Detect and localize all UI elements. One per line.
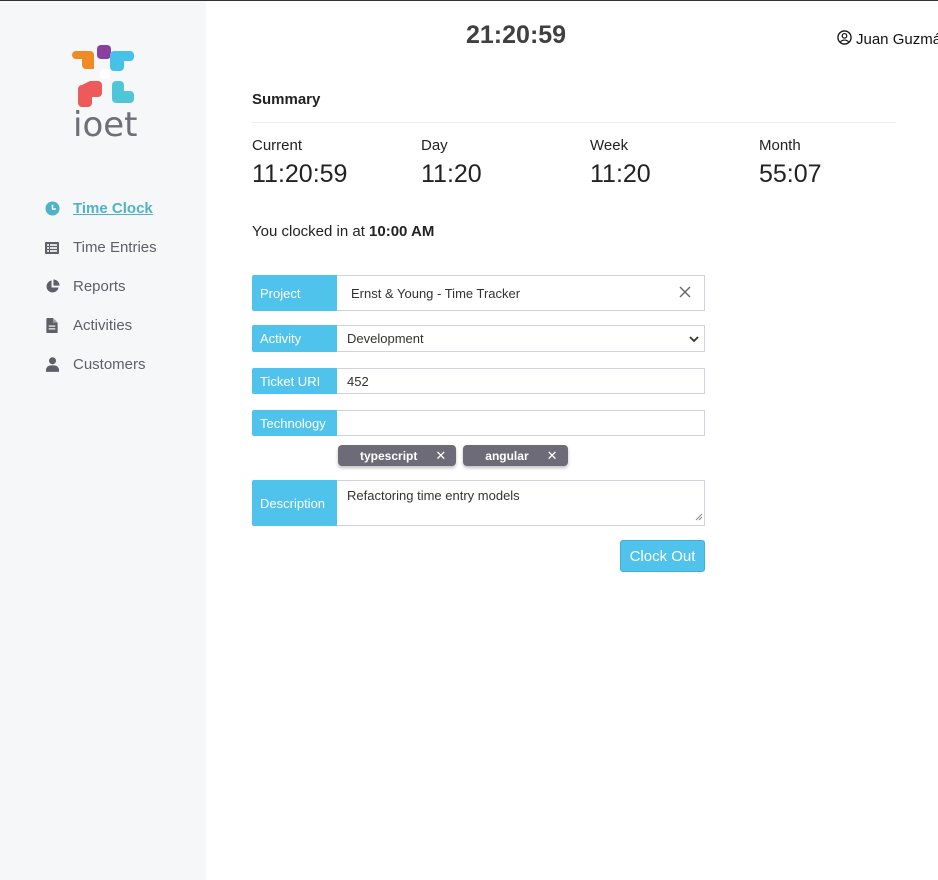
stat-label: Week bbox=[590, 137, 629, 154]
stat-label: Current bbox=[252, 137, 303, 154]
header-clock: 21:20:59 bbox=[466, 21, 567, 49]
clocked-in-prefix: You clocked in at bbox=[252, 223, 365, 240]
activity-row: Activity Development bbox=[252, 325, 705, 352]
technology-label: Technology bbox=[252, 410, 337, 436]
stat-label: Month bbox=[759, 137, 801, 154]
sidebar-item-label: Activities bbox=[73, 317, 133, 334]
summary-title: Summary bbox=[252, 91, 321, 108]
logo-text: ioet bbox=[73, 105, 138, 145]
project-row: Project Ernst & Young - Time Tracker bbox=[252, 275, 705, 311]
user-menu[interactable]: Juan Guzmán bbox=[837, 30, 938, 49]
stat-value: 55:07 bbox=[759, 160, 822, 188]
ticket-row: Ticket URI 452 bbox=[252, 368, 705, 394]
sidebar-item-label: Time Clock bbox=[73, 200, 153, 217]
summary-divider bbox=[252, 122, 896, 123]
stat-value: 11:20 bbox=[421, 160, 482, 188]
technology-row: Technology bbox=[252, 410, 705, 436]
sidebar-item-time-clock[interactable]: Time Clock bbox=[40, 189, 157, 228]
clock-icon bbox=[40, 197, 64, 221]
file-icon bbox=[40, 314, 64, 338]
sidebar-item-time-entries[interactable]: Time Entries bbox=[40, 228, 157, 267]
remove-chip-icon[interactable]: ✕ bbox=[435, 448, 446, 464]
stat-day: Day 11:20 bbox=[421, 137, 590, 189]
sidebar-item-label: Customers bbox=[73, 356, 146, 373]
clocked-in-time: 10:00 AM bbox=[369, 223, 435, 240]
pie-chart-icon bbox=[40, 275, 64, 299]
sidebar-item-label: Time Entries bbox=[73, 239, 157, 256]
project-input[interactable]: Ernst & Young - Time Tracker bbox=[337, 275, 705, 311]
stat-value: 11:20:59 bbox=[252, 160, 348, 188]
technology-chips: typescript ✕ angular ✕ bbox=[338, 445, 575, 466]
activity-select[interactable]: Development bbox=[337, 325, 705, 352]
stat-current: Current 11:20:59 bbox=[252, 137, 421, 189]
chevron-down-icon bbox=[688, 333, 700, 348]
user-circle-icon bbox=[837, 30, 856, 49]
list-icon bbox=[40, 236, 64, 260]
resize-handle-icon[interactable] bbox=[694, 509, 703, 524]
stat-value: 11:20 bbox=[590, 160, 651, 188]
stat-week: Week 11:20 bbox=[590, 137, 759, 189]
description-value: Refactoring time entry models bbox=[347, 488, 520, 503]
sidebar-item-customers[interactable]: Customers bbox=[40, 345, 157, 384]
project-value: Ernst & Young - Time Tracker bbox=[351, 285, 521, 301]
clocked-in-text: You clocked in at 10:00 AM bbox=[252, 223, 434, 240]
chip-label: typescript bbox=[360, 448, 418, 463]
sidebar-nav: Time Clock Time Entries Reports Activiti… bbox=[40, 189, 157, 384]
activity-value: Development bbox=[347, 331, 424, 346]
sidebar-item-reports[interactable]: Reports bbox=[40, 267, 157, 306]
user-icon bbox=[40, 353, 64, 377]
remove-chip-icon[interactable]: ✕ bbox=[547, 448, 558, 464]
chip-label: angular bbox=[485, 448, 529, 463]
clock-out-button[interactable]: Clock Out bbox=[620, 540, 705, 572]
technology-chip: angular ✕ bbox=[463, 445, 568, 466]
technology-chip: typescript ✕ bbox=[338, 445, 457, 466]
user-name: Juan Guzmán bbox=[856, 31, 938, 48]
stat-month: Month 55:07 bbox=[759, 137, 928, 189]
sidebar-item-label: Reports bbox=[73, 278, 126, 295]
description-row: Description Refactoring time entry model… bbox=[252, 480, 705, 526]
activity-label: Activity bbox=[252, 325, 337, 352]
project-label: Project bbox=[252, 275, 337, 311]
stat-label: Day bbox=[421, 137, 448, 154]
ticket-value: 452 bbox=[347, 373, 369, 389]
sidebar-item-activities[interactable]: Activities bbox=[40, 306, 157, 345]
summary-stats: Current 11:20:59 Day 11:20 Week 11:20 Mo… bbox=[252, 137, 928, 189]
sidebar: ioet Time Clock Time Entries Reports Act… bbox=[0, 1, 206, 880]
description-label: Description bbox=[252, 480, 337, 526]
description-textarea[interactable]: Refactoring time entry models bbox=[337, 480, 705, 526]
technology-input[interactable] bbox=[337, 410, 705, 436]
ticket-input[interactable]: 452 bbox=[337, 368, 705, 394]
ticket-label: Ticket URI bbox=[252, 368, 337, 394]
clear-project-icon[interactable] bbox=[678, 285, 692, 302]
